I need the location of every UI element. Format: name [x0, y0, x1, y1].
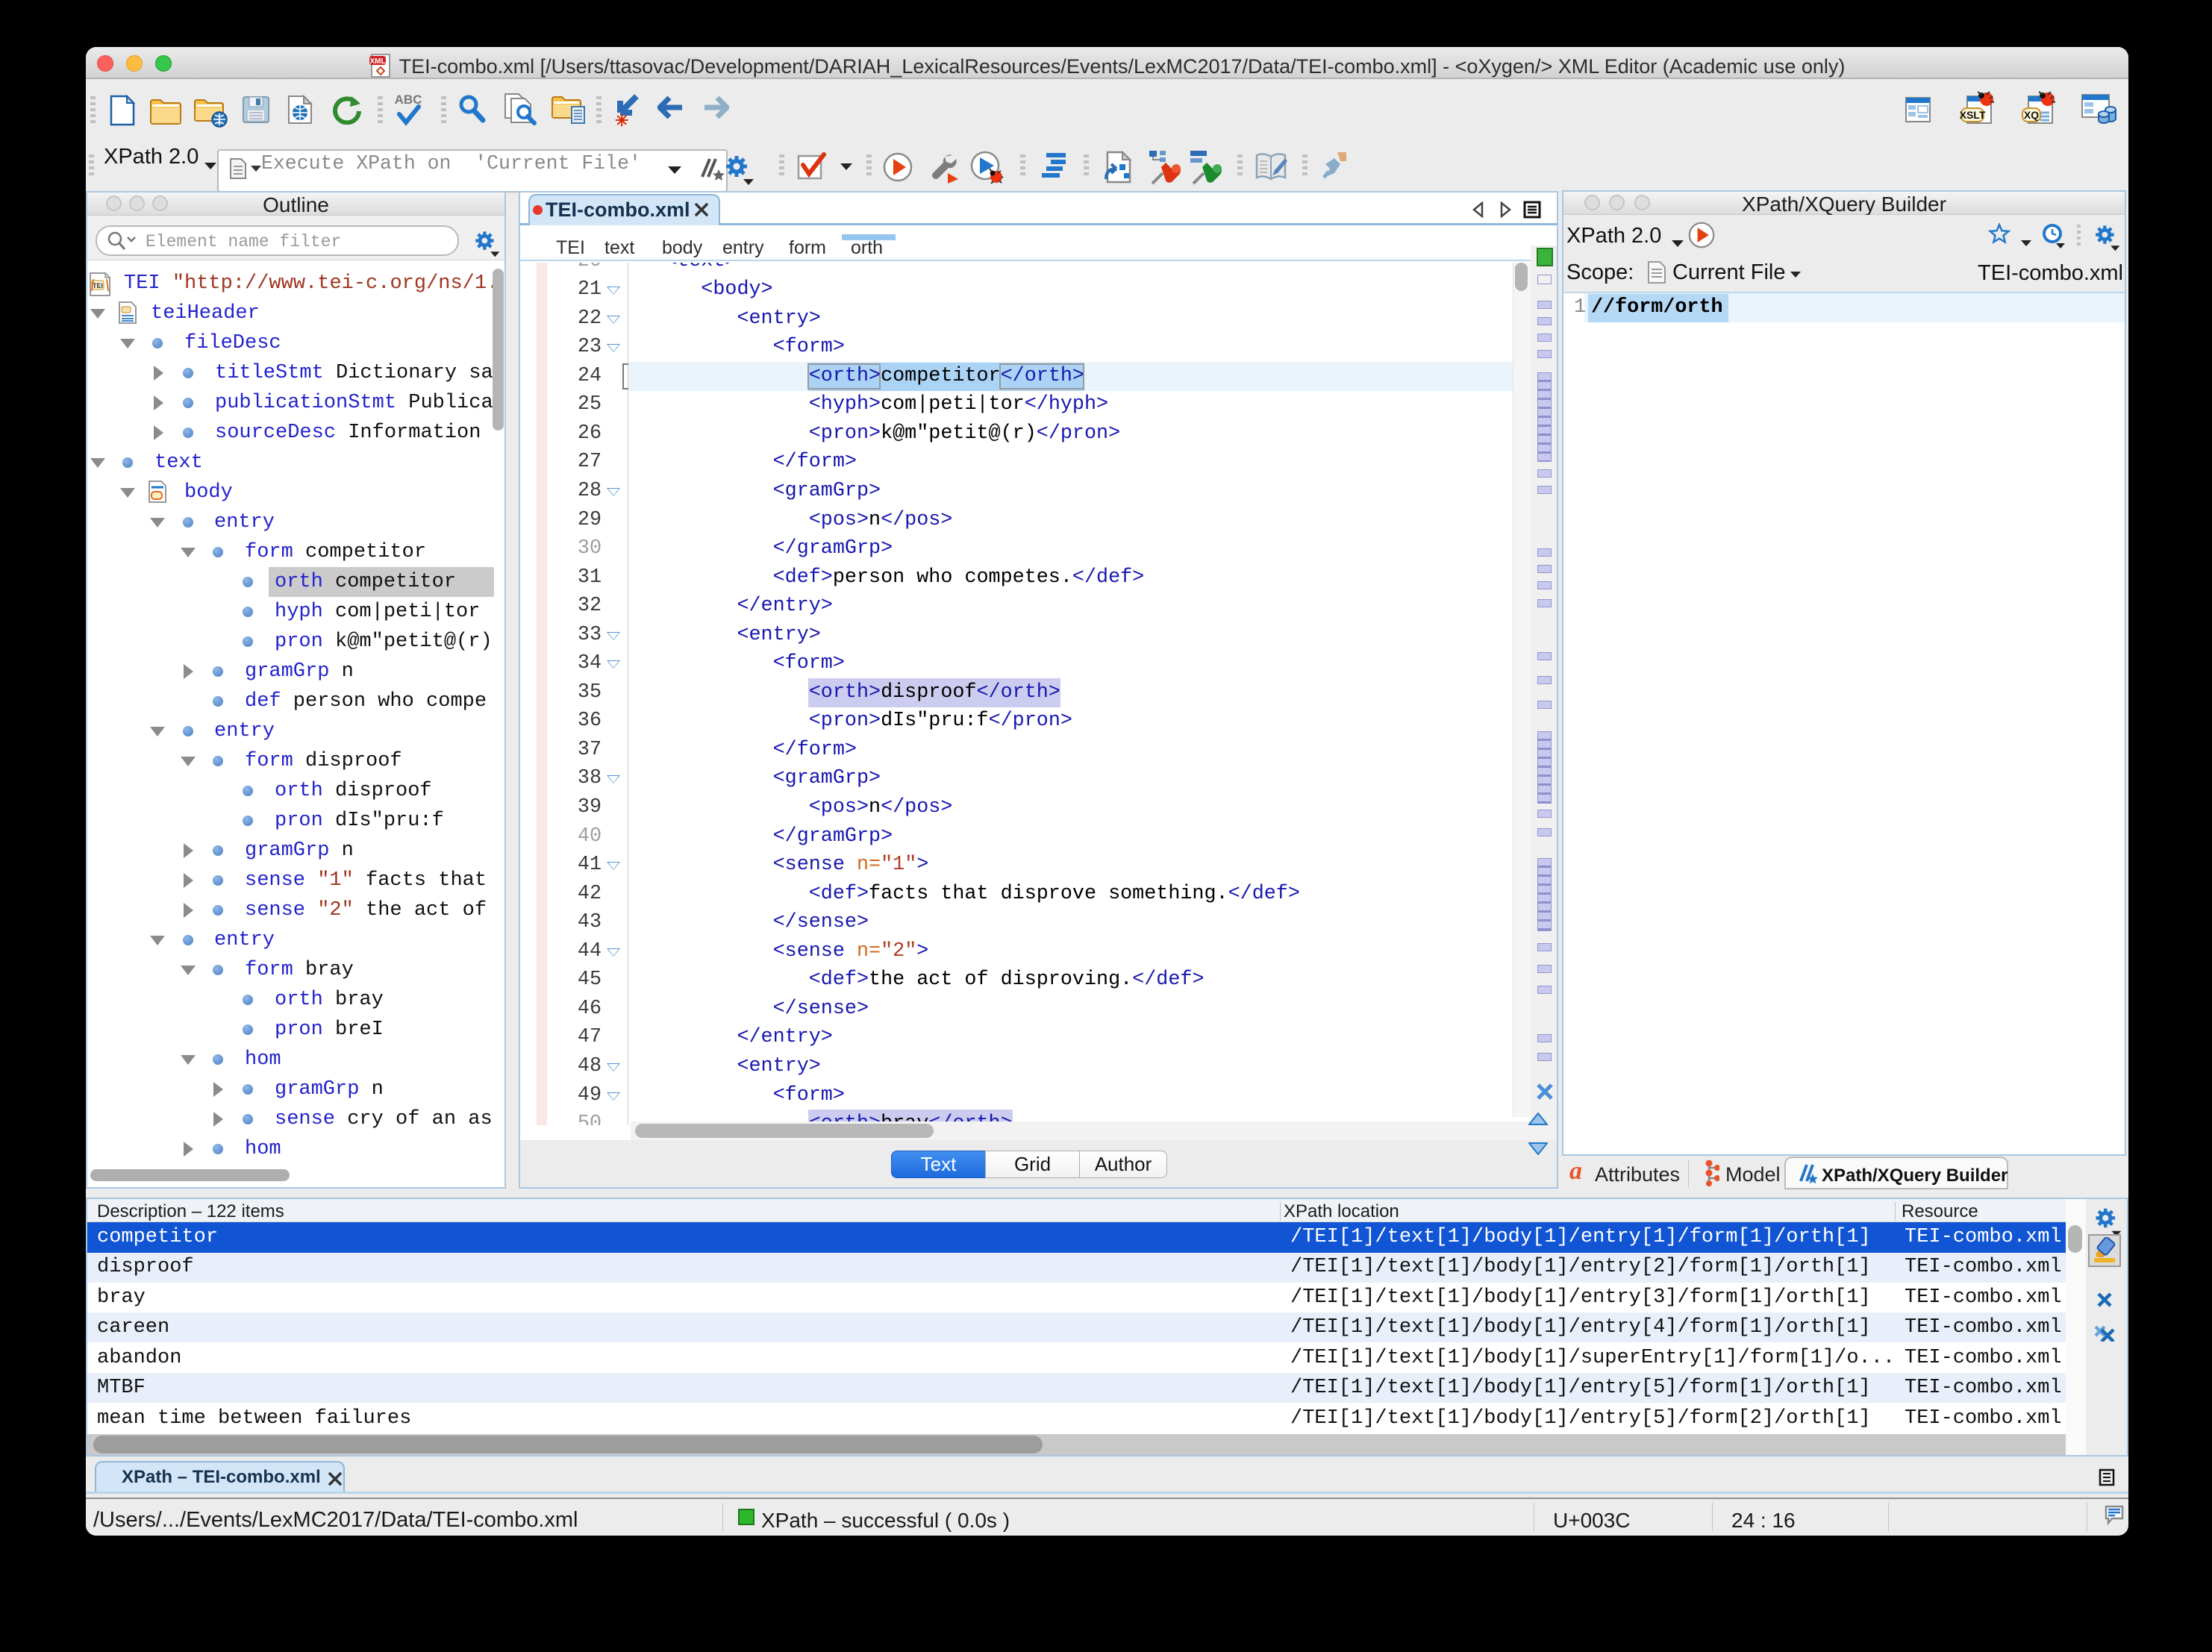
- svg-text:ABC: ABC: [395, 93, 422, 107]
- svg-text:XSLT: XSLT: [1960, 109, 1986, 121]
- svg-text:TEI: TEI: [93, 282, 103, 290]
- svg-text:XML: XML: [369, 57, 385, 66]
- svg-text:XQ: XQ: [2024, 109, 2039, 121]
- svg-text:✳: ✳: [615, 111, 628, 128]
